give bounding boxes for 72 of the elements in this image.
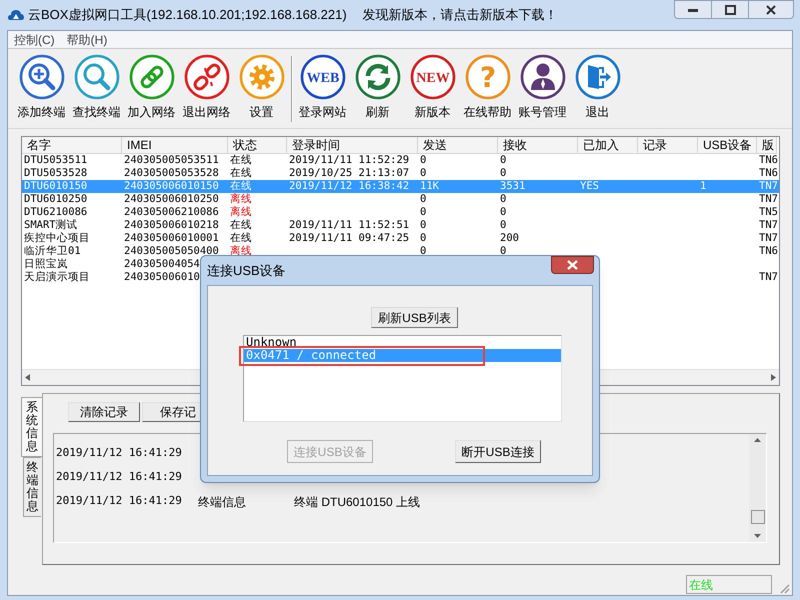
table-cell: DTU5053511	[24, 154, 88, 167]
table-cell: 2019/10/25 21:13:07	[289, 167, 410, 180]
table-cell: 11K	[420, 180, 439, 193]
table-cell: DTU5053528	[24, 167, 88, 180]
log-time: 2019/11/12 16:41:29	[55, 469, 183, 486]
table-cell: 日照宝岚	[24, 258, 68, 271]
table-cell: 离线	[230, 193, 252, 206]
table-cell: DTU6210086	[24, 206, 88, 219]
table-cell: 0	[500, 206, 506, 219]
table-cell: 在线	[230, 154, 252, 167]
table-cell: 240305006010001	[124, 232, 219, 245]
log-time: 2019/11/12 16:41:29	[55, 445, 183, 462]
table-cell: 0	[500, 193, 506, 206]
log-time: 2019/11/12 16:41:29	[55, 493, 183, 510]
table-cell: 240305006010218	[124, 219, 219, 232]
table-cell: 在线	[230, 232, 252, 245]
table-cell: 0	[420, 232, 426, 245]
table-cell: 240305005053511	[124, 154, 219, 167]
table-cell: TN7	[759, 180, 778, 193]
table-cell: 0	[500, 167, 506, 180]
table-cell: 240305006210086	[124, 206, 219, 219]
table-cell: 天启演示项目	[24, 271, 90, 284]
table-cell: 离线	[230, 206, 252, 219]
window-title: 云BOX虚拟网口工具(192.168.10.201;192.168.168.221)	[28, 6, 347, 24]
table-cell: 200	[500, 232, 519, 245]
dialog-title: 连接USB设备	[207, 262, 286, 280]
table-cell: DTU6010150	[24, 180, 88, 193]
help-icon: ?	[464, 54, 510, 100]
table-cell: 0	[420, 206, 426, 219]
table-cell: TN6	[759, 154, 778, 167]
table-cell: TN7	[759, 193, 778, 206]
table-cell: 0	[420, 167, 426, 180]
table-cell: 0	[500, 219, 506, 232]
log-type: 终端信息	[198, 494, 247, 510]
table-cell: 0	[500, 245, 506, 258]
table-cell: TN5	[759, 206, 778, 219]
web-badge-icon: WEB	[300, 54, 346, 100]
table-cell: 240305005053528	[124, 167, 219, 180]
table-cell: 0	[500, 154, 506, 167]
table-cell: 0	[420, 219, 426, 232]
table-cell: 疾控中心项目	[24, 232, 90, 245]
table-cell: 2019/11/11 11:52:51	[289, 219, 410, 232]
table-cell: 240305004054	[124, 258, 200, 271]
table-cell: 在线	[230, 219, 252, 232]
table-cell: 1	[700, 180, 706, 193]
new-badge-icon: NEW	[410, 54, 456, 100]
table-cell: 离线	[230, 245, 252, 258]
log-message: 终端 DTU6010150 上线	[294, 494, 420, 510]
table-cell: 3531	[500, 180, 526, 193]
table-cell: 240305006010	[124, 271, 200, 284]
table-cell: TN7	[759, 271, 778, 284]
table-cell: 0	[420, 193, 426, 206]
table-cell: TN6	[759, 245, 778, 258]
table-cell: 临沂华卫01	[24, 245, 81, 258]
table-cell: 在线	[230, 180, 252, 193]
table-cell: TN7	[759, 219, 778, 232]
table-cell: 240305006010150	[124, 180, 219, 193]
table-cell: 2019/11/11 11:52:29	[289, 154, 410, 167]
table-cell: DTU6010250	[24, 193, 88, 206]
table-cell: 在线	[230, 167, 252, 180]
table-cell: SMART测试	[24, 219, 78, 232]
table-cell: 2019/11/12 16:38:42	[289, 180, 410, 193]
connection-status: 在线	[689, 576, 713, 594]
update-notice: 发现新版本，请点击新版本下载！	[362, 6, 558, 24]
table-cell: 240305006010250	[124, 193, 219, 206]
table-cell: YES	[580, 180, 599, 193]
table-cell: 240305005050400	[124, 245, 219, 258]
table-cell: 0	[420, 154, 426, 167]
table-cell: TN6	[759, 167, 778, 180]
table-cell: TN7	[759, 232, 778, 245]
table-cell: 2019/11/11 09:47:25	[289, 232, 410, 245]
table-cell: 0	[420, 245, 426, 258]
